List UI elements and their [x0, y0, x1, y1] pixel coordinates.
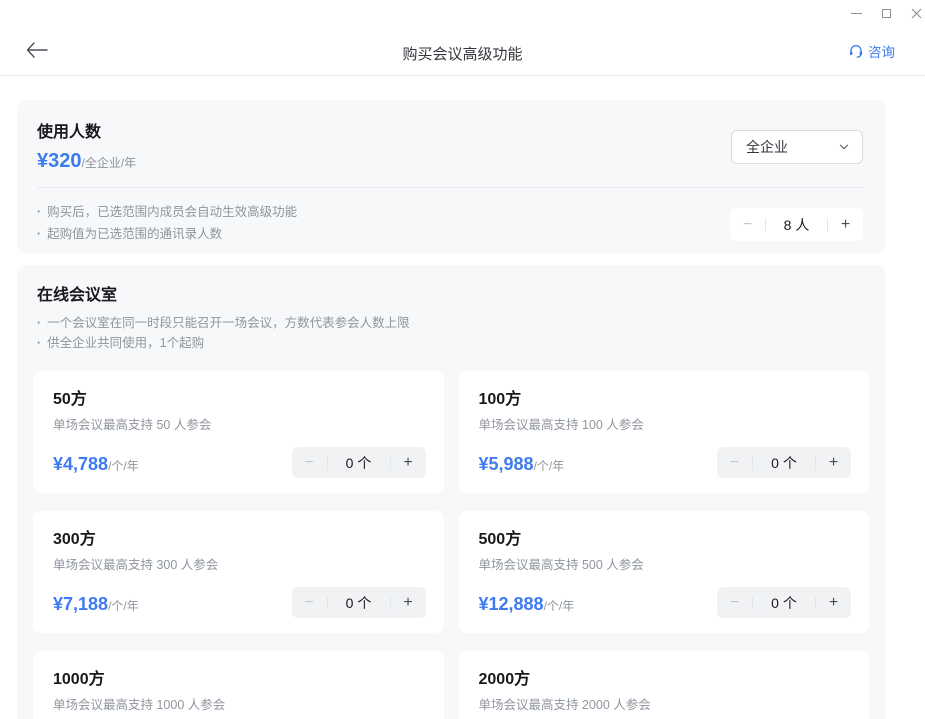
plan-card-500: 500方 单场会议最高支持 500 人参会 ¥12,888 /个/年 − 0 个… — [459, 511, 870, 633]
minus-button[interactable]: − — [717, 595, 752, 611]
main-content: 使用人数 ¥320 /全企业/年 购买后，已选范围内成员会自动生效高级功能 起购… — [17, 100, 885, 719]
plus-button[interactable]: + — [816, 595, 851, 611]
plan-count-stepper: − 0 个 + — [717, 447, 851, 478]
minus-button[interactable]: − — [717, 455, 752, 471]
rooms-title: 在线会议室 — [37, 287, 869, 304]
usage-count-stepper: − 8 人 + — [730, 208, 863, 241]
plan-count-stepper: − 0 个 + — [292, 587, 426, 618]
plan-count-input[interactable]: 0 个 — [328, 453, 390, 473]
plan-price: ¥4,788 — [53, 454, 108, 474]
plan-card-50: 50方 单场会议最高支持 50 人参会 ¥4,788 /个/年 − 0 个 + — [33, 371, 444, 493]
plan-card-300: 300方 单场会议最高支持 300 人参会 ¥7,188 /个/年 − 0 个 … — [33, 511, 444, 633]
consult-label: 咨询 — [868, 41, 895, 61]
maximize-button[interactable] — [871, 0, 901, 26]
minimize-button[interactable] — [841, 0, 871, 26]
maximize-icon — [882, 9, 891, 18]
plan-price: ¥7,188 — [53, 594, 108, 614]
close-button[interactable] — [901, 0, 925, 26]
note-item: 一个会议室在同一时段只能召开一场会议，方数代表参会人数上限 — [37, 313, 869, 333]
plan-name: 1000方 — [53, 671, 426, 688]
chevron-down-icon — [838, 141, 850, 153]
plan-desc: 单场会议最高支持 100 人参会 — [479, 418, 852, 432]
bullet-dot — [37, 201, 41, 223]
plan-count-input[interactable]: 0 个 — [753, 453, 815, 473]
plan-desc: 单场会议最高支持 1000 人参会 — [53, 698, 426, 712]
plus-button[interactable]: + — [816, 455, 851, 471]
bullet-dot — [37, 313, 41, 333]
page-title: 购买会议高级功能 — [0, 43, 925, 64]
usage-price: ¥320 — [37, 150, 82, 172]
plan-card-100: 100方 单场会议最高支持 100 人参会 ¥5,988 /个/年 − 0 个 … — [459, 371, 870, 493]
note-text: 一个会议室在同一时段只能召开一场会议，方数代表参会人数上限 — [47, 313, 410, 333]
usage-count-input[interactable]: 8 人 — [766, 215, 827, 235]
title-bar: 购买会议高级功能 咨询 — [0, 0, 925, 76]
note-text: 起购值为已选范围的通讯录人数 — [47, 223, 222, 245]
plan-grid: 50方 单场会议最高支持 50 人参会 ¥4,788 /个/年 − 0 个 + … — [33, 371, 869, 719]
plan-count-stepper: − 0 个 + — [717, 587, 851, 618]
plan-name: 300方 — [53, 531, 426, 548]
plan-price-unit: /个/年 — [108, 597, 139, 614]
plan-price: ¥12,888 — [479, 594, 544, 614]
minus-button[interactable]: − — [292, 595, 327, 611]
divider — [37, 187, 865, 188]
minimize-icon — [851, 13, 862, 14]
plan-desc: 单场会议最高支持 300 人参会 — [53, 558, 426, 572]
plan-card-1000: 1000方 单场会议最高支持 1000 人参会 — [33, 651, 444, 719]
plan-name: 100方 — [479, 391, 852, 408]
plus-button[interactable]: + — [391, 595, 426, 611]
scope-select[interactable]: 全企业 — [731, 130, 863, 164]
plan-desc: 单场会议最高支持 500 人参会 — [479, 558, 852, 572]
rooms-notes: 一个会议室在同一时段只能召开一场会议，方数代表参会人数上限 供全企业共同使用，1… — [37, 313, 869, 353]
plan-count-input[interactable]: 0 个 — [328, 593, 390, 613]
plan-name: 2000方 — [479, 671, 852, 688]
note-text: 供全企业共同使用，1个起购 — [47, 333, 204, 353]
minus-button[interactable]: − — [730, 217, 765, 233]
bullet-dot — [37, 333, 41, 353]
plan-price: ¥5,988 — [479, 454, 534, 474]
minus-button[interactable]: − — [292, 455, 327, 471]
plus-button[interactable]: + — [391, 455, 426, 471]
plan-price-unit: /个/年 — [108, 457, 139, 474]
note-item: 供全企业共同使用，1个起购 — [37, 333, 869, 353]
plan-price-unit: /个/年 — [534, 457, 565, 474]
rooms-section: 在线会议室 一个会议室在同一时段只能召开一场会议，方数代表参会人数上限 供全企业… — [17, 265, 885, 719]
plus-button[interactable]: + — [828, 217, 863, 233]
usage-price-unit: /全企业/年 — [82, 154, 137, 171]
usage-section: 使用人数 ¥320 /全企业/年 购买后，已选范围内成员会自动生效高级功能 起购… — [17, 100, 885, 253]
plan-count-input[interactable]: 0 个 — [753, 593, 815, 613]
plan-name: 500方 — [479, 531, 852, 548]
plan-price-unit: /个/年 — [544, 597, 575, 614]
bullet-dot — [37, 223, 41, 245]
scope-select-value: 全企业 — [746, 137, 788, 157]
plan-card-2000: 2000方 单场会议最高支持 2000 人参会 — [459, 651, 870, 719]
plan-name: 50方 — [53, 391, 426, 408]
plan-desc: 单场会议最高支持 50 人参会 — [53, 418, 426, 432]
consult-link[interactable]: 咨询 — [848, 41, 895, 61]
note-text: 购买后，已选范围内成员会自动生效高级功能 — [47, 201, 297, 223]
plan-desc: 单场会议最高支持 2000 人参会 — [479, 698, 852, 712]
close-icon — [911, 8, 922, 19]
window-controls — [841, 0, 925, 26]
headset-icon — [848, 43, 864, 59]
plan-count-stepper: − 0 个 + — [292, 447, 426, 478]
